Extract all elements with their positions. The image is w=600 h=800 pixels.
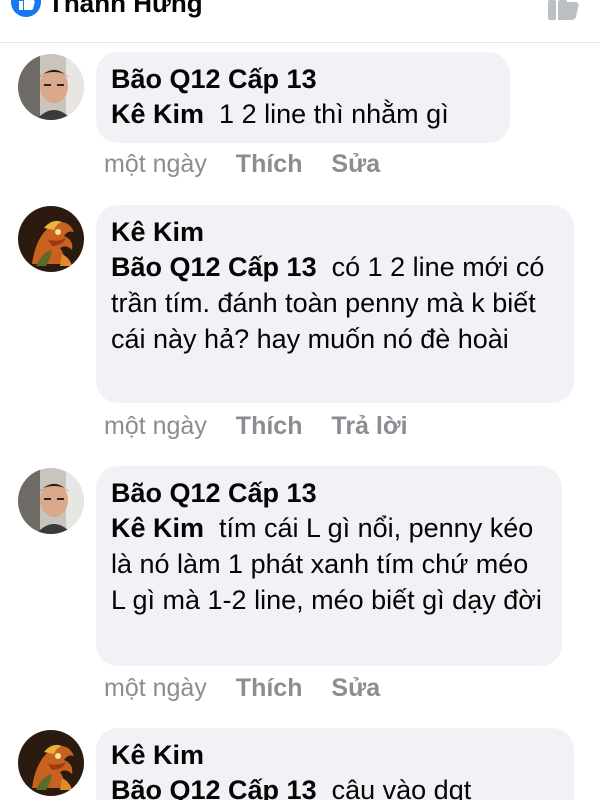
mention-tag[interactable]: Kê Kim bbox=[111, 99, 204, 129]
mention-tag[interactable]: Kê Kim bbox=[111, 513, 204, 543]
mention-tag[interactable]: Bão Q12 Cấp 13 bbox=[111, 252, 317, 282]
comment-actions: một ngày Thích Sửa bbox=[104, 674, 402, 703]
like-button[interactable]: Thích bbox=[236, 412, 303, 440]
comment-text: Kê Kim 1 2 line thì nhằm gì bbox=[111, 96, 496, 132]
comment-body: câu vào dqt bbox=[331, 775, 472, 800]
like-button[interactable]: Thích bbox=[236, 150, 303, 178]
avatar[interactable] bbox=[18, 468, 84, 534]
comment-body: 1 2 line thì nhằm gì bbox=[219, 99, 449, 129]
comment-author[interactable]: Bão Q12 Cấp 13 bbox=[111, 62, 496, 96]
comment-time[interactable]: một ngày bbox=[104, 150, 207, 178]
edit-button[interactable]: Sửa bbox=[331, 674, 380, 702]
comment-time[interactable]: một ngày bbox=[104, 674, 207, 702]
comment-bubble: Bão Q12 Cấp 13 Kê Kim tím cái L gì nổi, … bbox=[96, 466, 562, 666]
post-author-name[interactable]: Thành Hưng bbox=[48, 0, 203, 19]
post-header: Thành Hưng bbox=[0, 0, 600, 43]
comment-author[interactable]: Kê Kim bbox=[111, 738, 560, 772]
comment-bubble: Bão Q12 Cấp 13 Kê Kim 1 2 line thì nhằm … bbox=[96, 52, 510, 143]
comment-text: Bão Q12 Cấp 13 câu vào dqt bbox=[111, 772, 560, 800]
thumbs-up-icon[interactable] bbox=[546, 0, 586, 29]
comment-actions: một ngày Thích Sửa bbox=[104, 150, 402, 179]
comment-bubble: Kê Kim Bão Q12 Cấp 13 câu vào dqt bbox=[96, 728, 574, 800]
comment-text: Kê Kim tím cái L gì nổi, penny kéo là nó… bbox=[111, 510, 548, 618]
comment-bubble: Kê Kim Bão Q12 Cấp 13 có 1 2 line mới có… bbox=[96, 205, 574, 403]
comment-author[interactable]: Bão Q12 Cấp 13 bbox=[111, 476, 548, 510]
avatar[interactable] bbox=[18, 730, 84, 796]
avatar[interactable] bbox=[18, 206, 84, 272]
comment-actions: một ngày Thích Trả lời bbox=[104, 412, 430, 441]
mention-tag[interactable]: Bão Q12 Cấp 13 bbox=[111, 775, 317, 800]
like-icon bbox=[10, 0, 42, 23]
comment-author[interactable]: Kê Kim bbox=[111, 215, 560, 249]
like-button[interactable]: Thích bbox=[236, 674, 303, 702]
edit-button[interactable]: Sửa bbox=[331, 150, 380, 178]
avatar[interactable] bbox=[18, 54, 84, 120]
comment-time[interactable]: một ngày bbox=[104, 412, 207, 440]
reply-button[interactable]: Trả lời bbox=[331, 412, 407, 440]
comment-text: Bão Q12 Cấp 13 có 1 2 line mới có trần t… bbox=[111, 249, 560, 357]
